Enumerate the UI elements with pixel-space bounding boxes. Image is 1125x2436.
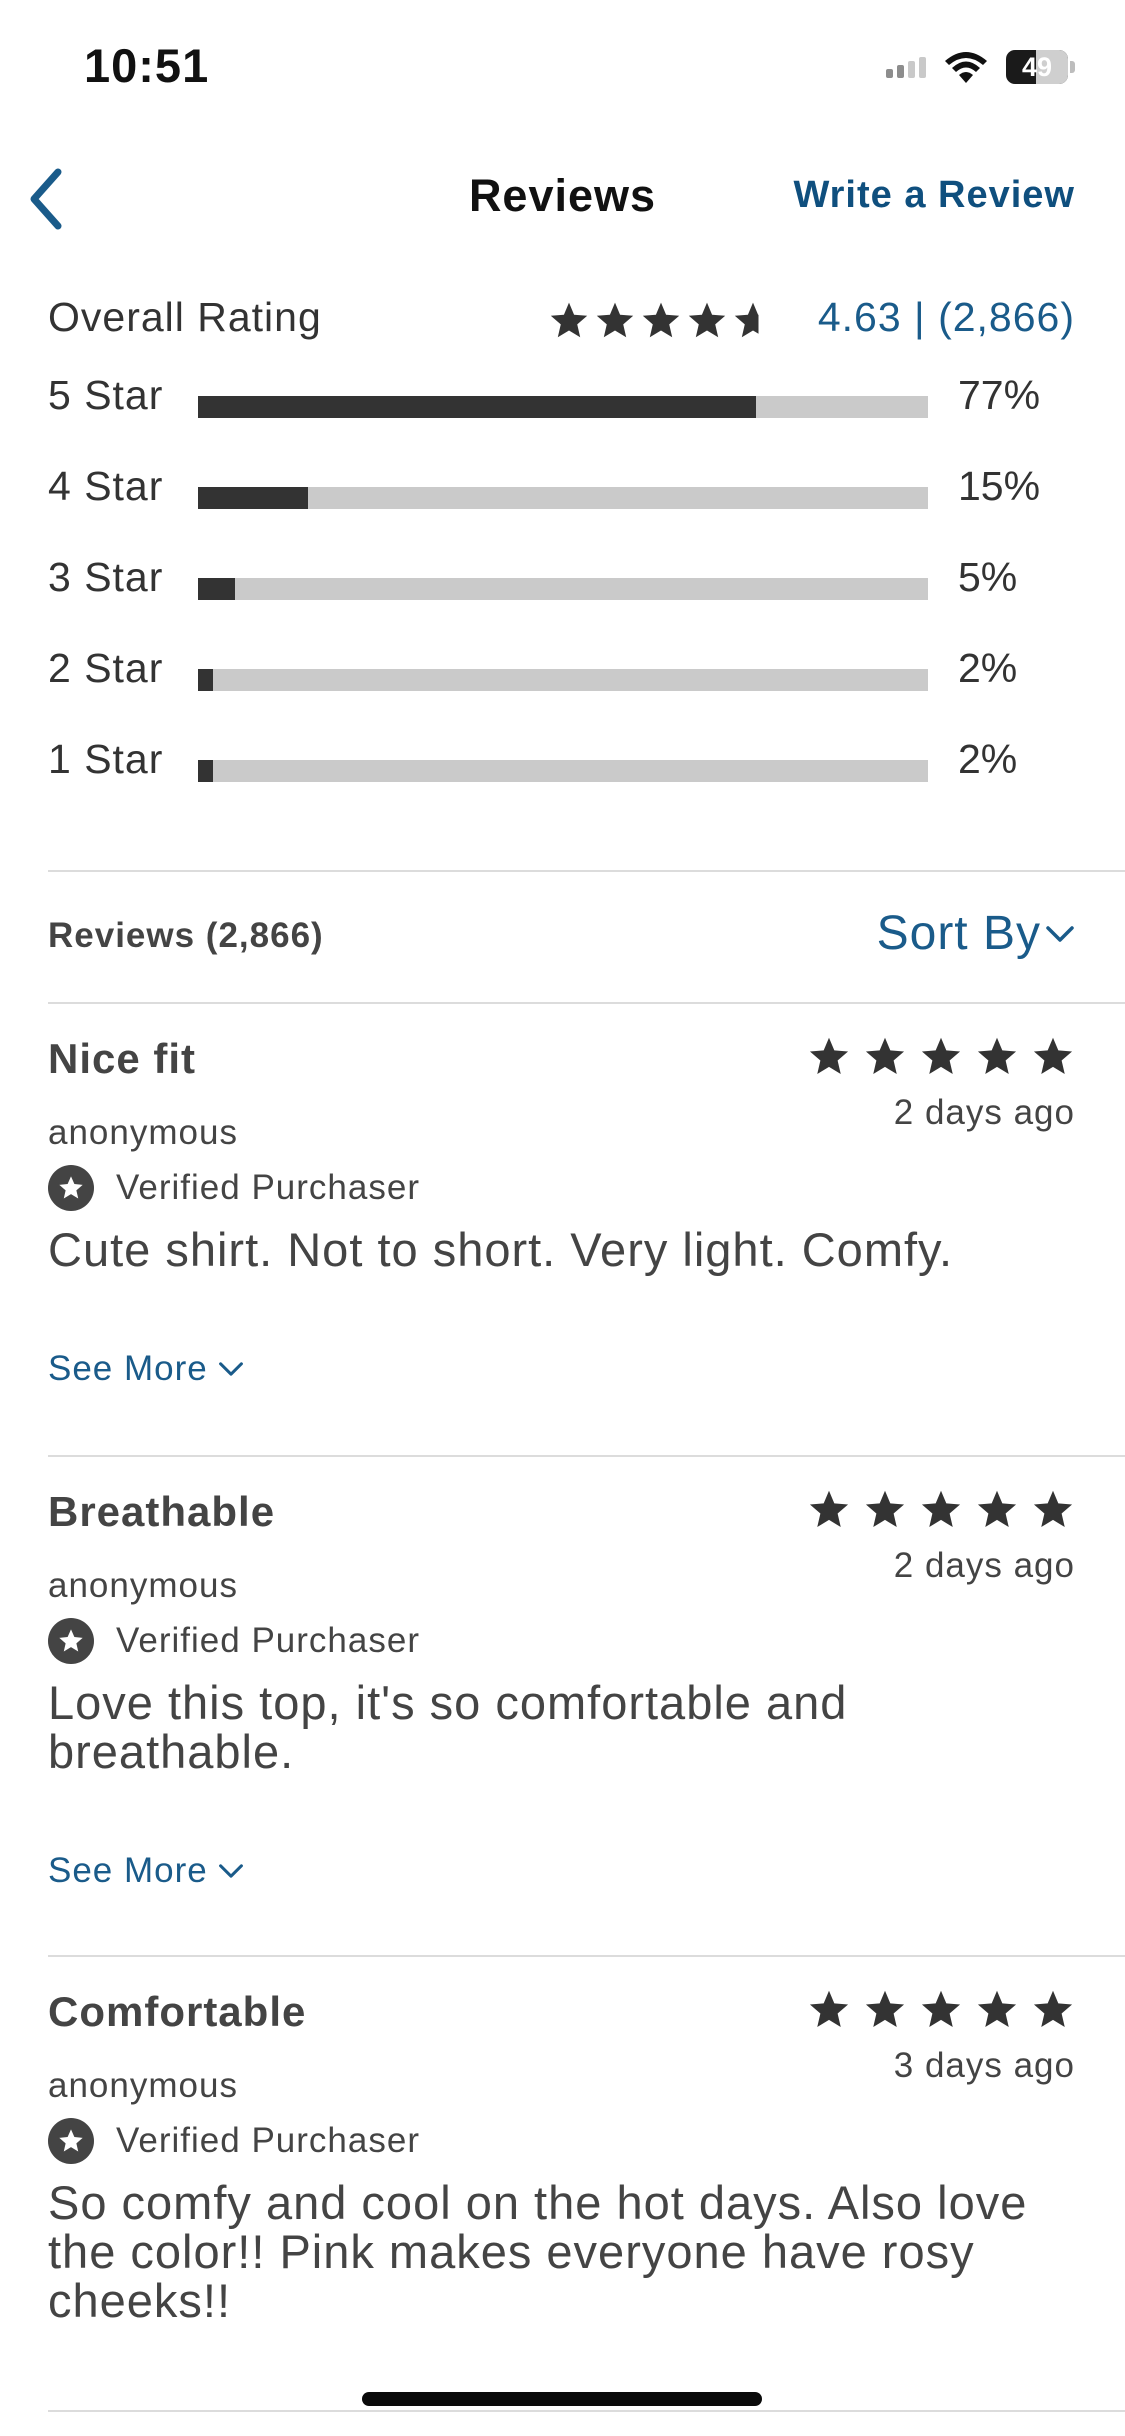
review-author: anonymous bbox=[48, 1113, 238, 1152]
rating-bar-row: 1 Star 2% bbox=[48, 736, 1078, 806]
rating-bar-row: 2 Star 2% bbox=[48, 645, 1078, 715]
star-icon bbox=[921, 1990, 961, 2028]
divider bbox=[48, 2410, 1125, 2412]
divider bbox=[48, 1955, 1125, 1957]
review-card: Breathable 2 days ago anonymous Verified… bbox=[48, 1488, 1075, 1928]
star-icon bbox=[921, 1037, 961, 1075]
star-icon bbox=[1033, 1490, 1073, 1528]
rating-bar-percent: 2% bbox=[958, 645, 1018, 691]
chevron-down-icon bbox=[218, 1864, 243, 1878]
star-icon bbox=[977, 1490, 1017, 1528]
review-author: anonymous bbox=[48, 2066, 238, 2105]
chevron-down-icon bbox=[1046, 925, 1074, 942]
star-icon bbox=[865, 1490, 905, 1528]
overall-rating-label: Overall Rating bbox=[48, 294, 322, 340]
review-date: 2 days ago bbox=[893, 1546, 1075, 1585]
verified-purchaser: Verified Purchaser bbox=[48, 1618, 420, 1664]
review-stars bbox=[807, 1488, 1075, 1532]
verified-label: Verified Purchaser bbox=[116, 2121, 420, 2160]
star-icon bbox=[809, 1490, 849, 1528]
rating-bar-row: 5 Star 77% bbox=[48, 372, 1078, 442]
rating-bar-percent: 15% bbox=[958, 463, 1041, 509]
star-icon bbox=[734, 302, 759, 338]
divider bbox=[48, 1002, 1125, 1004]
review-date: 3 days ago bbox=[893, 2046, 1075, 2085]
write-review-button[interactable]: Write a Review bbox=[793, 174, 1075, 217]
rating-bar-track bbox=[198, 669, 928, 691]
cellular-signal-icon bbox=[886, 56, 926, 78]
see-more-label: See More bbox=[48, 1349, 208, 1388]
verified-purchaser: Verified Purchaser bbox=[48, 1165, 420, 1211]
review-title: Breathable bbox=[48, 1488, 276, 1535]
rating-bar-track bbox=[198, 578, 928, 600]
overall-rating-stars bbox=[548, 300, 774, 342]
rating-bar-label: 3 Star bbox=[48, 554, 164, 600]
star-badge-icon bbox=[48, 1618, 94, 1664]
review-body: Love this top, it's so comfortable and b… bbox=[48, 1676, 848, 1778]
rating-bar-label: 5 Star bbox=[48, 372, 164, 418]
review-author: anonymous bbox=[48, 1566, 238, 1605]
rating-bar-fill bbox=[198, 487, 308, 509]
star-icon bbox=[642, 302, 680, 338]
star-icon bbox=[977, 1037, 1017, 1075]
review-card: Comfortable 3 days ago anonymous Verifie… bbox=[48, 1988, 1075, 2388]
star-icon bbox=[865, 1037, 905, 1075]
review-card: Nice fit 2 days ago anonymous Verified P… bbox=[48, 1035, 1075, 1415]
review-stars bbox=[807, 1988, 1075, 2032]
star-icon bbox=[865, 1990, 905, 2028]
star-icon bbox=[1033, 1990, 1073, 2028]
star-icon bbox=[596, 302, 634, 338]
rating-bar-track bbox=[198, 396, 928, 418]
star-icon bbox=[977, 1990, 1017, 2028]
rating-bar-fill bbox=[198, 760, 213, 782]
rating-bar-track bbox=[198, 487, 928, 509]
see-more-button[interactable]: See More bbox=[48, 1349, 244, 1389]
review-title: Comfortable bbox=[48, 1988, 307, 2035]
star-icon bbox=[809, 1037, 849, 1075]
review-body: Cute shirt. Not to short. Very light. Co… bbox=[48, 1223, 954, 1276]
review-title: Nice fit bbox=[48, 1035, 197, 1082]
rating-bar-fill bbox=[198, 578, 235, 600]
see-more-button[interactable]: See More bbox=[48, 1851, 244, 1891]
rating-bar-label: 1 Star bbox=[48, 736, 164, 782]
sort-by-button[interactable]: Sort By bbox=[877, 906, 1075, 961]
star-icon bbox=[550, 302, 588, 338]
verified-purchaser: Verified Purchaser bbox=[48, 2118, 420, 2164]
status-icons: 49 bbox=[886, 50, 1075, 84]
rating-bar-fill bbox=[198, 396, 757, 418]
star-badge-icon bbox=[48, 2118, 94, 2164]
home-indicator[interactable] bbox=[362, 2392, 762, 2406]
star-icon bbox=[688, 302, 726, 338]
star-icon bbox=[809, 1990, 849, 2028]
chevron-down-icon bbox=[218, 1362, 243, 1376]
divider bbox=[48, 870, 1125, 872]
rating-bar-percent: 5% bbox=[958, 554, 1018, 600]
review-date: 2 days ago bbox=[893, 1093, 1075, 1132]
verified-label: Verified Purchaser bbox=[116, 1168, 420, 1207]
rating-bar-label: 2 Star bbox=[48, 645, 164, 691]
rating-bar-percent: 77% bbox=[958, 372, 1041, 418]
star-icon bbox=[1033, 1037, 1073, 1075]
wifi-icon bbox=[945, 52, 987, 83]
divider bbox=[48, 1455, 1125, 1457]
rating-bar-fill bbox=[198, 669, 213, 691]
status-time: 10:51 bbox=[84, 39, 210, 92]
see-more-label: See More bbox=[48, 1851, 208, 1890]
sort-by-label: Sort By bbox=[876, 907, 1041, 960]
rating-bar-row: 4 Star 15% bbox=[48, 463, 1078, 533]
rating-bar-label: 4 Star bbox=[48, 463, 164, 509]
star-icon bbox=[921, 1490, 961, 1528]
review-body: So comfy and cool on the hot days. Also … bbox=[48, 2176, 1028, 2327]
overall-rating-value: 4.63 | (2,866) bbox=[817, 294, 1075, 340]
reviews-count: Reviews (2,866) bbox=[48, 916, 324, 955]
battery-icon: 49 bbox=[1006, 50, 1068, 84]
battery-level: 49 bbox=[1021, 51, 1053, 82]
review-stars bbox=[807, 1035, 1075, 1079]
rating-bar-track bbox=[198, 760, 928, 782]
verified-label: Verified Purchaser bbox=[116, 1621, 420, 1660]
star-badge-icon bbox=[48, 1165, 94, 1211]
rating-bar-percent: 2% bbox=[958, 736, 1018, 782]
rating-bar-row: 3 Star 5% bbox=[48, 554, 1078, 624]
